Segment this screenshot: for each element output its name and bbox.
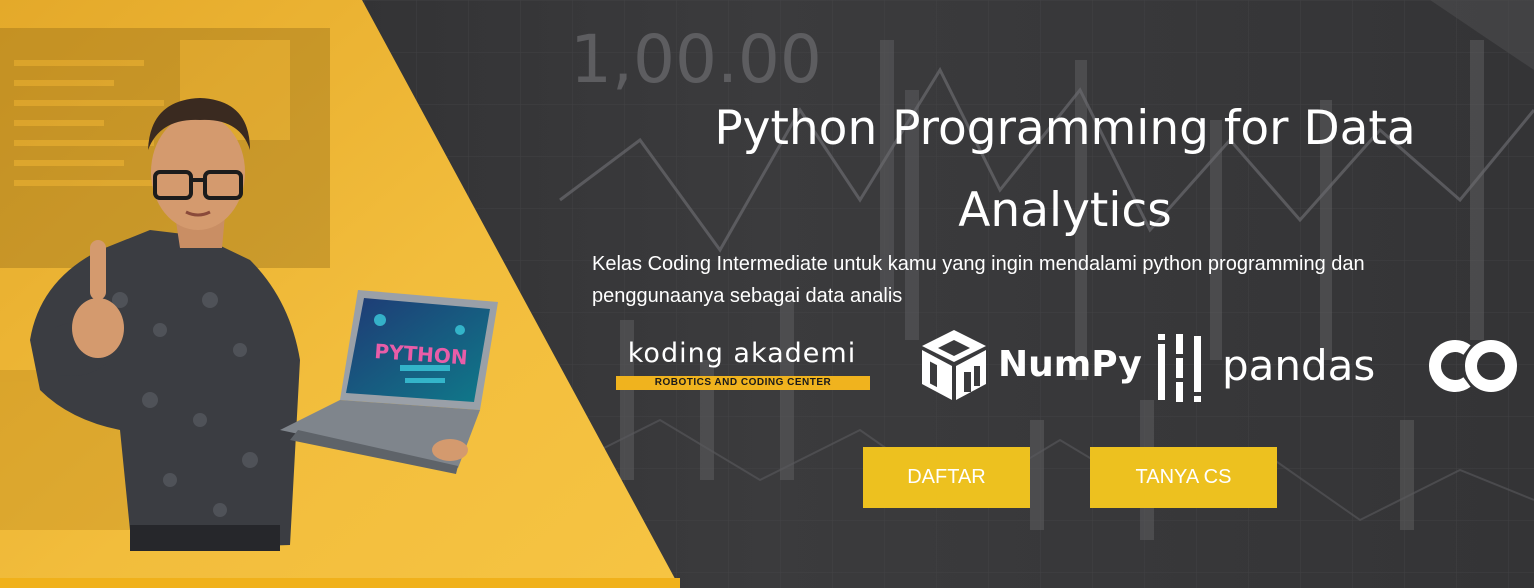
coding-akademi-tagline: ROBOTICS AND CODING CENTER: [616, 376, 870, 390]
page-title: Python Programming for Data Analytics: [714, 101, 1416, 238]
hero-yellow-panel: PYTHON: [0, 0, 680, 588]
numpy-cube-icon: [922, 330, 986, 400]
hero-subtitle: Kelas Coding Intermediate untuk kamu yan…: [592, 253, 1365, 307]
pandas-logo-text: pandas: [1222, 341, 1376, 390]
pandas-bars-icon: [1158, 334, 1201, 402]
hero-banner: 1,00.00 PYTHON Python Programming for Da…: [0, 0, 1534, 588]
colab-logo: [1423, 338, 1519, 394]
coding-akademi-logo-name: koding akademi: [627, 338, 857, 369]
coding-akademi-logo: koding akademi ROBOTICS AND CODING CENTE…: [614, 337, 870, 393]
daftar-button[interactable]: DAFTAR: [863, 447, 1030, 508]
numpy-logo-text: NumPy: [998, 344, 1142, 385]
colab-icon: [1429, 340, 1517, 392]
tanya-cs-button[interactable]: TANYA CS: [1090, 447, 1277, 508]
